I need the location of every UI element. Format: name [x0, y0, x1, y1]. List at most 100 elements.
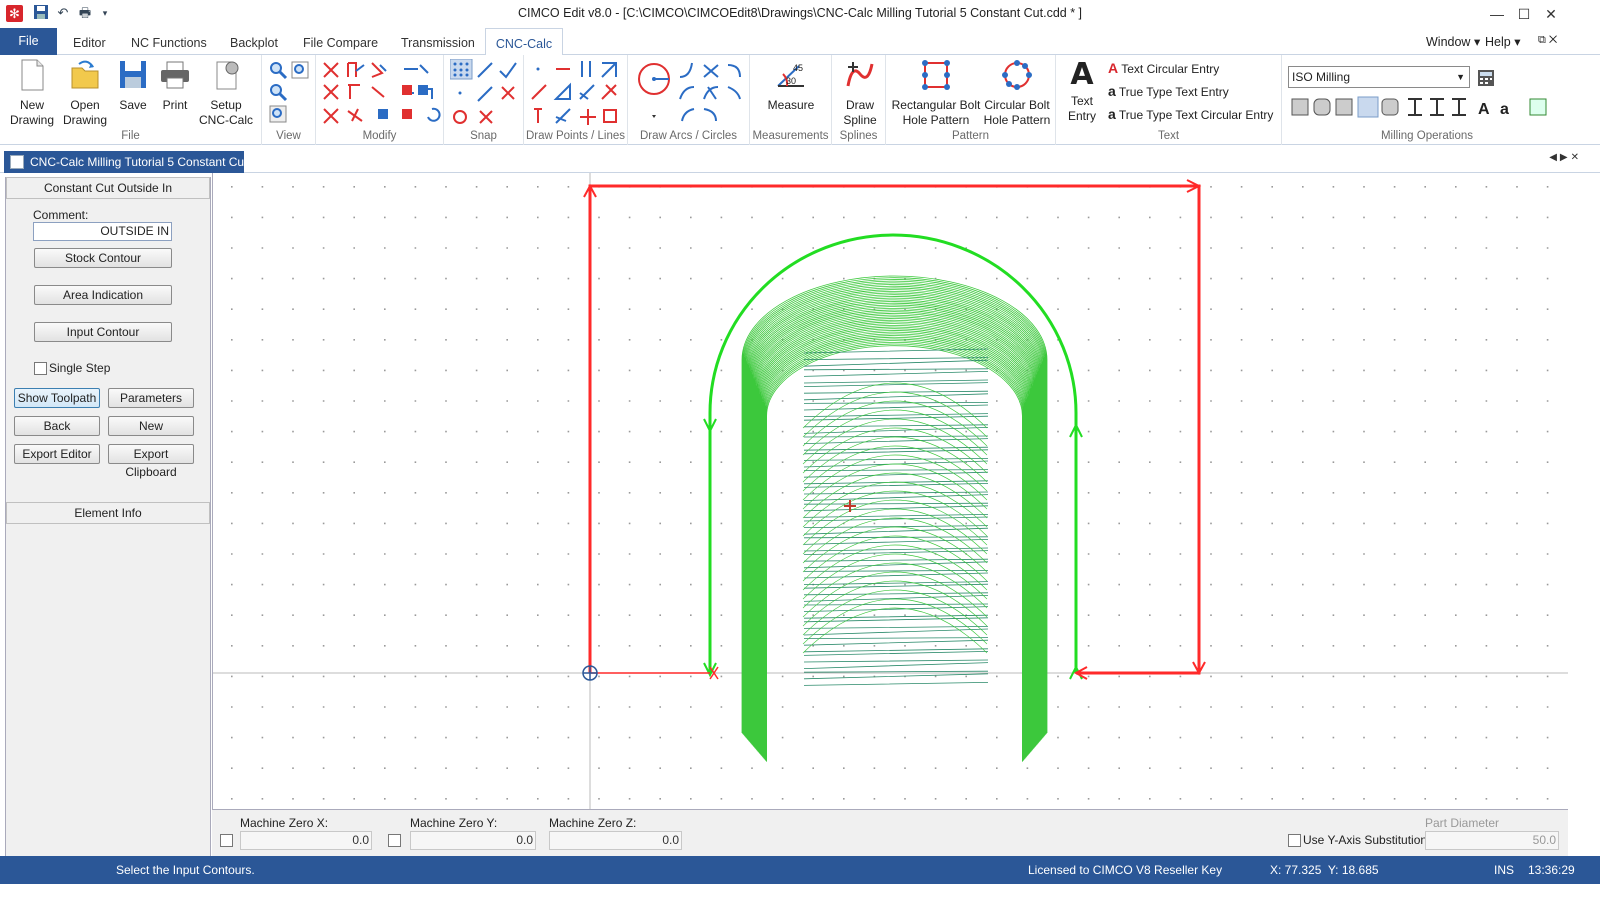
ribbon-tabs: File Editor NC Functions Backplot File C… [0, 28, 1600, 56]
machine-zero-x-checkbox[interactable] [220, 834, 233, 847]
close-button[interactable]: ✕ [1540, 4, 1562, 24]
pattern-group: Rectangular Bolt Hole Pattern Circular B… [886, 55, 1056, 145]
export-editor-button[interactable]: Export Editor [14, 444, 100, 464]
setup-label: Setup CNC-Calc [199, 98, 253, 127]
circ-bolt-pattern-button[interactable]: Circular Bolt Hole Pattern [982, 58, 1052, 128]
zoom-fit-icon[interactable] [268, 104, 288, 124]
draw-points-group-label: Draw Points / Lines [525, 130, 626, 142]
machine-zero-z-field[interactable]: 0.0 [549, 831, 682, 850]
true-type-circular-label: True Type Text Circular Entry [1118, 108, 1274, 122]
parameters-button[interactable]: Parameters [108, 388, 194, 408]
drawing-area[interactable] [213, 173, 1569, 809]
text-circular-entry[interactable]: A Text Circular Entry [1108, 60, 1219, 76]
help-menu-label: Help [1485, 35, 1511, 49]
draw-lines-icon[interactable] [530, 59, 624, 125]
measure-label: Measure [767, 98, 815, 112]
mdi-controls[interactable]: ⧉ ✕ [1538, 34, 1557, 47]
document-tabs: CNC-Calc Milling Tutorial 5 Constant Cut… [0, 146, 1600, 173]
save-disk-icon [120, 61, 146, 88]
drawing-canvas[interactable] [212, 173, 1569, 809]
machine-zero-y-label: Machine Zero Y: [410, 816, 498, 830]
rect-bolt-pattern-button[interactable]: Rectangular Bolt Hole Pattern [890, 58, 982, 128]
tab-nc-functions[interactable]: NC Functions [131, 28, 207, 55]
machine-zero-y-checkbox[interactable] [388, 834, 401, 847]
zoom-in-icon[interactable] [268, 60, 288, 80]
window-menu-label: Window [1426, 35, 1471, 49]
part-diameter-label: Part Diameter [1425, 816, 1500, 830]
window-menu[interactable]: Window ▾ [1426, 34, 1480, 49]
print-button[interactable]: Print [155, 58, 195, 113]
save-button[interactable]: Save [114, 58, 152, 113]
chevron-down-icon: ▼ [1456, 72, 1465, 82]
milling-group: ISO Milling ▼ A a Milling Operations [1282, 55, 1572, 145]
minimize-button[interactable]: — [1486, 4, 1508, 24]
zoom-window-icon[interactable] [290, 60, 310, 80]
setup-cnc-calc-button[interactable]: Setup CNC-Calc [196, 58, 256, 128]
stock-contour-button[interactable]: Stock Contour [34, 248, 172, 268]
printer-icon [161, 61, 189, 89]
milling-type-select[interactable]: ISO Milling ▼ [1288, 66, 1470, 88]
tab-file-compare[interactable]: File Compare [303, 28, 378, 55]
machine-zero-x-field[interactable]: 0.0 [240, 831, 372, 850]
y-axis-substitution-checkbox[interactable] [1288, 834, 1301, 847]
input-contour-button[interactable]: Input Contour [34, 322, 172, 342]
cursor-coordinates: X: 77.325 Y: 18.685 [1270, 863, 1379, 877]
draw-arcs-icon[interactable] [636, 59, 748, 125]
new-button[interactable]: New [108, 416, 194, 436]
zoom-out-icon[interactable] [268, 82, 288, 102]
show-toolpath-button[interactable]: Show Toolpath [14, 388, 100, 408]
comment-field[interactable]: OUTSIDE IN [33, 222, 172, 241]
pattern-group-label: Pattern [951, 130, 990, 142]
text-entry-button[interactable]: A Text Entry [1062, 58, 1102, 124]
single-step-checkbox[interactable] [34, 362, 47, 375]
y-axis-substitution-label: Use Y-Axis Substitution [1303, 833, 1428, 847]
print-label: Print [162, 98, 188, 112]
measure-button[interactable]: 45 30 Measure [756, 58, 826, 113]
new-drawing-button[interactable]: New Drawing [6, 58, 58, 128]
circ-bolt-label: Circular Bolt Hole Pattern [983, 98, 1051, 127]
area-indication-button[interactable]: Area Indication [34, 285, 172, 305]
draw-arcs-group: Draw Arcs / Circles [628, 55, 750, 145]
draw-spline-button[interactable]: Draw Spline [838, 58, 882, 128]
rect-bolt-pattern-icon [922, 60, 950, 90]
draw-points-group: Draw Points / Lines [524, 55, 628, 145]
help-menu[interactable]: Help ▾ [1485, 34, 1520, 49]
document-nav-icons[interactable]: ◀▶✕ [1549, 152, 1582, 163]
true-type-circular-entry[interactable]: a True Type Text Circular Entry [1108, 106, 1273, 122]
text-circular-label: Text Circular Entry [1121, 62, 1220, 76]
measure-badge-top: 45 [793, 63, 803, 73]
circ-bolt-pattern-icon [1002, 60, 1032, 90]
part-diameter-field[interactable]: 50.0 [1425, 831, 1559, 850]
snap-group: Snap [444, 55, 524, 145]
tab-backplot[interactable]: Backplot [230, 28, 278, 55]
maximize-button[interactable]: ☐ [1513, 4, 1535, 24]
svg-text:A: A [1478, 101, 1490, 118]
tab-transmission[interactable]: Transmission [401, 28, 475, 55]
tab-editor[interactable]: Editor [73, 28, 106, 55]
measurements-group-label: Measurements [752, 130, 829, 142]
measurements-group: 45 30 Measure Measurements [750, 55, 832, 145]
operation-panel: Constant Cut Outside In Comment: OUTSIDE… [5, 177, 211, 867]
modify-tools-icon[interactable] [320, 59, 442, 125]
element-info-header: Element Info [6, 502, 210, 524]
text-circular-icon: A [1108, 60, 1119, 76]
modify-group: Modify [316, 55, 444, 145]
machine-zero-y-field[interactable]: 0.0 [410, 831, 536, 850]
open-drawing-button[interactable]: Open Drawing [58, 58, 112, 128]
view-group-label: View [276, 130, 301, 142]
tab-file[interactable]: File [0, 28, 57, 55]
status-bar: Select the Input Contours. Licensed to C… [0, 856, 1600, 884]
export-clipboard-button[interactable]: Export Clipboard [108, 444, 194, 479]
milling-ops-icons[interactable]: A a [1290, 95, 1560, 119]
snap-tools-icon[interactable] [450, 59, 520, 125]
drawing-file-icon [10, 155, 24, 169]
draw-arcs-group-label: Draw Arcs / Circles [639, 130, 738, 142]
modify-group-label: Modify [362, 130, 397, 142]
back-button[interactable]: Back [14, 416, 100, 436]
calculator-icon[interactable] [1476, 68, 1496, 88]
true-type-entry[interactable]: a True Type Text Entry [1108, 83, 1229, 99]
document-tab[interactable]: CNC-Calc Milling Tutorial 5 Constant Cut… [4, 151, 244, 173]
tab-cnc-calc[interactable]: CNC-Calc [485, 28, 563, 56]
snap-group-label: Snap [470, 130, 497, 142]
true-type-circular-icon: a [1108, 106, 1116, 122]
